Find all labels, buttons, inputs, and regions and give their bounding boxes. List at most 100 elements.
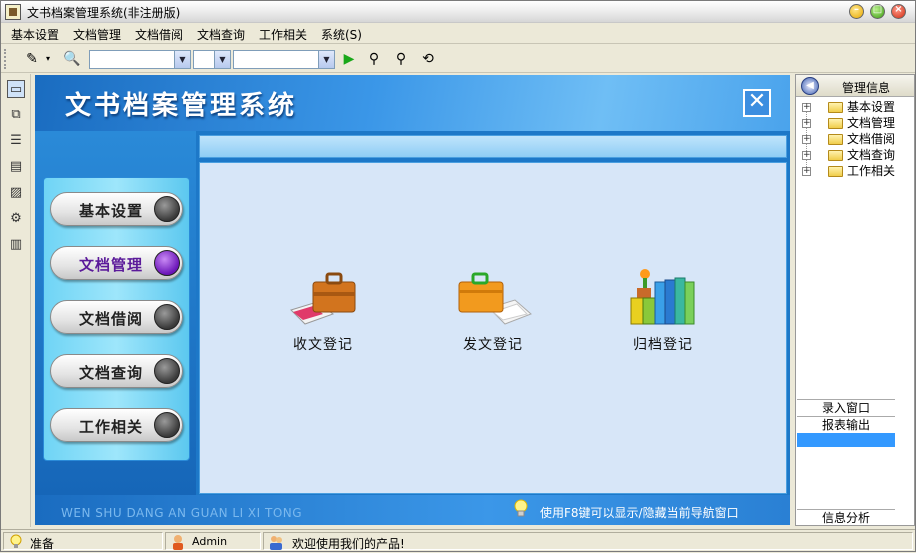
panel-title: 管理信息 bbox=[842, 81, 891, 95]
main-panel: 文书档案管理系统 ✕ 基本设置 文档管理 文档借阅 文档查询 工作相关 收文登记… bbox=[35, 75, 790, 525]
tree-view-icon[interactable]: ⧉ bbox=[7, 106, 25, 124]
search-user-icon[interactable]: ⚲ bbox=[392, 50, 410, 68]
folder-icon bbox=[828, 150, 843, 161]
nav-document-lending-button[interactable]: 文档借阅 bbox=[50, 300, 183, 334]
content-area: 收文登记 发文登记 归档登记 bbox=[199, 131, 787, 495]
folder-icon bbox=[828, 118, 843, 129]
nav-document-management-button[interactable]: 文档管理 bbox=[50, 246, 183, 280]
nav-button-label: 文档借阅 bbox=[79, 310, 144, 328]
close-icon[interactable]: ✕ bbox=[743, 89, 771, 117]
orange-briefcase-icon bbox=[453, 268, 533, 330]
status-message-cell: 欢迎使用我们的产品! bbox=[263, 532, 913, 551]
refresh-icon[interactable]: ⟲ bbox=[419, 50, 437, 68]
app-icon bbox=[5, 4, 21, 20]
expand-icon[interactable]: + bbox=[802, 151, 811, 160]
tree-item-label: 文档管理 bbox=[847, 116, 896, 130]
feature-label: 收文登记 bbox=[293, 337, 353, 353]
nav-button-label: 工作相关 bbox=[79, 418, 144, 436]
find-user-icon[interactable]: ⚲ bbox=[365, 50, 383, 68]
toolbar-grip[interactable] bbox=[4, 49, 8, 69]
knob-icon bbox=[154, 250, 180, 276]
knob-icon bbox=[154, 358, 180, 384]
info-analysis-button[interactable]: 信息分析 bbox=[797, 509, 895, 525]
folder-icon bbox=[828, 134, 843, 145]
report-output-button[interactable]: 报表输出 bbox=[797, 416, 895, 432]
chevron-down-icon[interactable]: ▼ bbox=[174, 51, 190, 68]
tree-item-document-management[interactable]: + 文档管理 bbox=[802, 115, 912, 131]
users-icon bbox=[268, 534, 284, 550]
nav-button-box: 基本设置 文档管理 文档借阅 文档查询 工作相关 bbox=[43, 177, 190, 461]
window-title: 文书档案管理系统(非注册版) bbox=[27, 6, 181, 20]
entry-window-button[interactable]: 录入窗口 bbox=[797, 399, 895, 415]
expand-icon[interactable]: + bbox=[802, 103, 811, 112]
expand-icon[interactable]: + bbox=[802, 119, 811, 128]
content-body: 收文登记 发文登记 归档登记 bbox=[199, 162, 787, 494]
document-icon[interactable]: ▤ bbox=[7, 158, 25, 176]
nav-work-related-button[interactable]: 工作相关 bbox=[50, 408, 183, 442]
expand-icon[interactable]: + bbox=[802, 135, 811, 144]
list-view-icon[interactable]: ☰ bbox=[7, 132, 25, 150]
knob-icon bbox=[154, 304, 180, 330]
status-user-cell: Admin bbox=[165, 532, 261, 550]
menu-document-query[interactable]: 文档查询 bbox=[197, 26, 245, 43]
play-icon[interactable]: ▶ bbox=[340, 50, 358, 68]
menu-document-management[interactable]: 文档管理 bbox=[73, 26, 121, 43]
report-icon[interactable]: ▥ bbox=[7, 236, 25, 254]
banner: 文书档案管理系统 ✕ bbox=[35, 75, 790, 131]
user-icon bbox=[170, 534, 186, 550]
banner-title: 文书档案管理系统 bbox=[65, 91, 298, 121]
nav-button-label: 基本设置 bbox=[79, 202, 144, 220]
tree-item-label: 工作相关 bbox=[847, 164, 896, 178]
settings-icon[interactable]: ⚙ bbox=[7, 210, 25, 228]
banner-footer: WEN SHU DANG AN GUAN LI XI TONG 使用F8键可以显… bbox=[35, 495, 790, 525]
menu-basic-settings[interactable]: 基本设置 bbox=[11, 26, 59, 43]
toolbar-combo-1[interactable]: ▼ bbox=[89, 50, 191, 69]
management-info-header: ◀ 管理信息 bbox=[796, 75, 914, 97]
feature-label: 归档登记 bbox=[633, 337, 693, 353]
tree-item-document-lending[interactable]: + 文档借阅 bbox=[802, 131, 912, 147]
receive-document-feature[interactable]: 收文登记 bbox=[263, 268, 383, 358]
window-view-icon[interactable]: ▭ bbox=[7, 80, 25, 98]
status-message-text: 欢迎使用我们的产品! bbox=[292, 537, 405, 551]
binders-icon bbox=[623, 268, 703, 330]
pencil-icon[interactable]: ✎ bbox=[23, 50, 41, 68]
status-ready-text: 准备 bbox=[30, 537, 55, 551]
toolbar-combo-2[interactable]: ▼ bbox=[193, 50, 231, 69]
lightbulb-icon bbox=[8, 534, 24, 550]
dropdown-arrow-icon[interactable]: ▾ bbox=[43, 50, 53, 68]
menu-document-lending[interactable]: 文档借阅 bbox=[135, 26, 183, 43]
menu-work-related[interactable]: 工作相关 bbox=[259, 26, 307, 43]
nav-basic-settings-button[interactable]: 基本设置 bbox=[50, 192, 183, 226]
collapse-panel-icon[interactable]: ◀ bbox=[801, 77, 819, 95]
expand-icon[interactable]: + bbox=[802, 167, 811, 176]
title-bar: 文书档案管理系统(非注册版) – □ × bbox=[1, 1, 915, 23]
menu-bar: 基本设置 文档管理 文档借阅 文档查询 工作相关 系统(S) bbox=[1, 24, 915, 44]
tree-item-document-query[interactable]: + 文档查询 bbox=[802, 147, 912, 163]
menu-system[interactable]: 系统(S) bbox=[321, 26, 362, 43]
footer-pinyin: WEN SHU DANG AN GUAN LI XI TONG bbox=[61, 506, 303, 520]
chart-icon[interactable]: ▨ bbox=[7, 184, 25, 202]
minimize-button[interactable]: – bbox=[849, 4, 864, 19]
status-user-text: Admin bbox=[192, 535, 228, 548]
status-ready-cell: 准备 bbox=[3, 532, 163, 551]
maximize-button[interactable]: □ bbox=[870, 4, 885, 19]
tree-item-basic-settings[interactable]: + 基本设置 bbox=[802, 99, 912, 115]
magnifier-icon[interactable]: 🔍 bbox=[63, 50, 81, 68]
chevron-down-icon[interactable]: ▼ bbox=[214, 51, 230, 68]
close-window-button[interactable]: × bbox=[891, 4, 906, 19]
tree-item-label: 文档查询 bbox=[847, 148, 896, 162]
folder-icon bbox=[828, 166, 843, 177]
nav-button-label: 文档管理 bbox=[79, 256, 144, 274]
chevron-down-icon[interactable]: ▼ bbox=[318, 51, 334, 68]
feature-label: 发文登记 bbox=[463, 337, 523, 353]
send-document-feature[interactable]: 发文登记 bbox=[433, 268, 553, 358]
archive-registration-feature[interactable]: 归档登记 bbox=[603, 268, 723, 358]
tree-item-work-related[interactable]: + 工作相关 bbox=[802, 163, 912, 179]
nav-document-query-button[interactable]: 文档查询 bbox=[50, 354, 183, 388]
selected-blank-item[interactable] bbox=[797, 433, 895, 447]
toolbar-combo-3[interactable]: ▼ bbox=[233, 50, 335, 69]
management-info-panel: ◀ 管理信息 + 基本设置 + 文档管理 + 文档借阅 + 文档查询 + 工作相… bbox=[795, 74, 915, 526]
content-header bbox=[199, 135, 787, 158]
knob-icon bbox=[154, 196, 180, 222]
app-window: 文书档案管理系统(非注册版) – □ × 基本设置 文档管理 文档借阅 文档查询… bbox=[0, 0, 916, 552]
